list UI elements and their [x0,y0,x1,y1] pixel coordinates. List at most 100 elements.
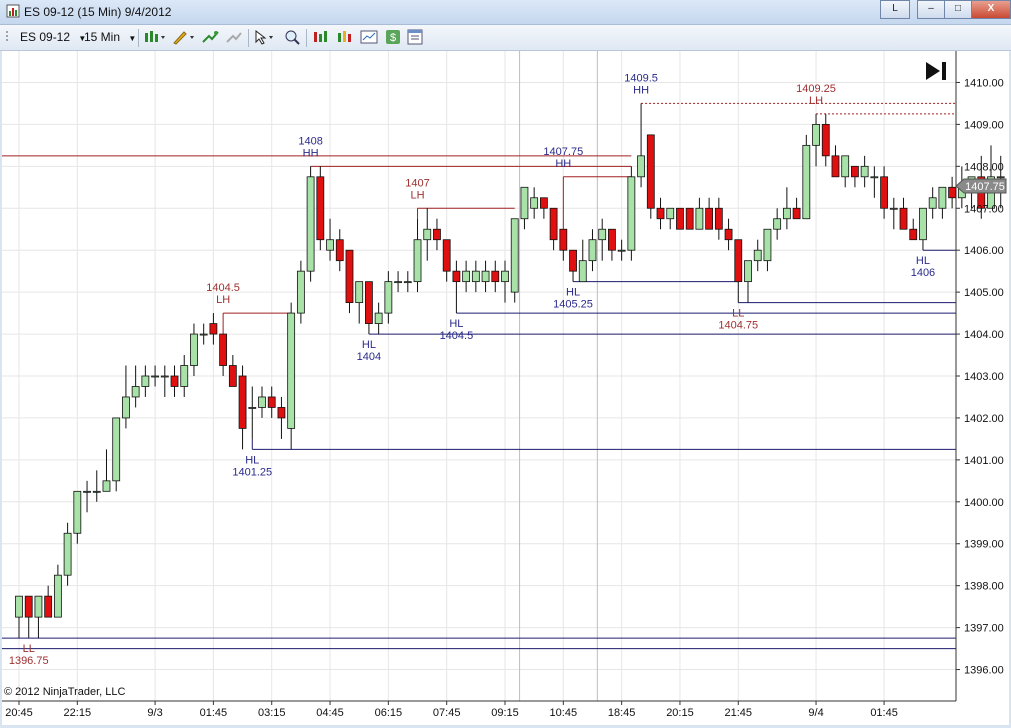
candle-body [228,365,237,387]
swing-label: 1407.75 [543,146,583,158]
swing-label: HL [916,255,930,267]
candle-body [423,228,432,241]
y-tick-label: 1403.00 [964,371,1004,383]
candle-body [724,228,733,241]
price-chart[interactable]: LL1396.751404.5LHHL1401.251408HHHL140414… [2,51,1009,725]
candle-body [549,207,558,241]
candle-body [831,155,840,178]
swing-label: 1404.75 [718,320,758,332]
x-tick-label: 9/3 [147,707,162,719]
candle-body [705,207,714,230]
candle-body [433,228,441,241]
candle-body [151,375,159,378]
candle-body [617,249,626,252]
candle-body [63,532,72,576]
candle-body [870,176,879,179]
candle-body [695,207,704,230]
swing-label: 1407 [405,177,429,189]
y-tick-label: 1397.00 [964,623,1004,635]
x-tick-label: 04:45 [316,707,344,719]
candle-body [889,207,898,210]
bar-type-icon[interactable] [143,29,167,45]
candle-body [821,123,830,157]
y-tick-label: 1399.00 [964,539,1004,551]
period-selector[interactable]: 15 Min ▼ [84,30,136,44]
y-tick-label: 1402.00 [964,413,1004,425]
swing-label: HH [633,84,649,96]
candle-body [763,228,772,262]
drawing-tool-icon[interactable] [172,29,196,45]
candle-body [462,270,471,283]
candle-body [948,186,957,199]
candle-body [996,176,1005,179]
candle-body [209,323,218,335]
instrument-selector[interactable]: ES 09-12 ▼ [20,30,86,44]
app-icon [6,4,20,18]
swing-label: HH [303,147,319,159]
minimize-button[interactable]: – [917,0,945,19]
instrument-label: ES 09-12 [20,30,71,44]
y-tick-label: 1404.00 [964,329,1004,341]
indicator-icon[interactable] [201,29,221,45]
x-tick-label: 01:45 [870,707,898,719]
indicators-icon[interactable] [336,29,354,45]
dollar-icon[interactable]: $ [384,29,402,45]
candle-body [812,123,820,146]
candle-body [744,260,752,283]
zoom-icon[interactable] [283,29,301,45]
y-tick-label: 1410.00 [964,77,1004,89]
link-button[interactable]: L [880,0,910,19]
y-tick-label: 1400.00 [964,497,1004,509]
candle-body [646,134,655,209]
candle-body [219,333,228,366]
candle-body [598,228,607,241]
candle-body [287,312,296,429]
last-price-marker: 1407.75 [955,178,1007,194]
swing-label: HL [566,287,580,299]
close-button[interactable]: X [971,0,1011,19]
candle-body [316,176,325,241]
candle-body [792,207,801,220]
candle-body [627,176,636,251]
swing-label: LL [23,643,35,655]
candle-body [510,218,519,293]
candle-body [345,249,354,304]
chart-area[interactable]: LL 1396.75 1404.5 LH HL 1401.25 1408 HH HL 1404 14… [2,51,1009,725]
candle-body [452,270,461,283]
strategies-icon[interactable] [360,29,378,45]
chart-toolbar: ES 09-12 ▼ 15 Min ▼ $ [0,25,1011,51]
candle-body [899,207,908,230]
svg-text:$: $ [390,32,396,44]
title-bar: ES 09-12 (15 Min) 9/4/2012 L – □ X [0,0,1011,25]
swing-label: 1409.25 [796,83,836,95]
candle-body [141,375,150,387]
x-tick-label: 01:45 [200,707,228,719]
swing-label: 1405.25 [553,299,593,311]
swing-label: LH [809,95,823,107]
swing-label: LH [410,189,424,201]
candle-body [413,239,422,283]
candle-body [384,281,393,314]
candle-body [83,490,91,493]
candle-body [530,197,539,209]
candle-body [258,396,266,408]
candle-body [306,176,315,272]
y-tick-label: 1398.00 [964,581,1004,593]
strategy-icon[interactable] [225,29,243,45]
candle-body [267,396,276,408]
data-series-icon[interactable] [312,29,330,45]
copyright-text: © 2012 NinjaTrader, LLC [4,686,125,698]
candle-body [365,281,373,324]
x-tick-label: 06:15 [375,707,403,719]
pointer-icon[interactable] [253,29,277,45]
y-tick-label: 1406.00 [964,245,1004,257]
candle-body [481,270,490,283]
candle-body [112,417,121,482]
swing-label: HH [555,158,571,170]
maximize-button[interactable]: □ [944,0,972,19]
candle-body [199,333,208,336]
properties-icon[interactable] [406,29,424,45]
candle-body [578,260,587,283]
candle-body [501,270,509,283]
window-title: ES 09-12 (15 Min) 9/4/2012 [24,5,172,19]
